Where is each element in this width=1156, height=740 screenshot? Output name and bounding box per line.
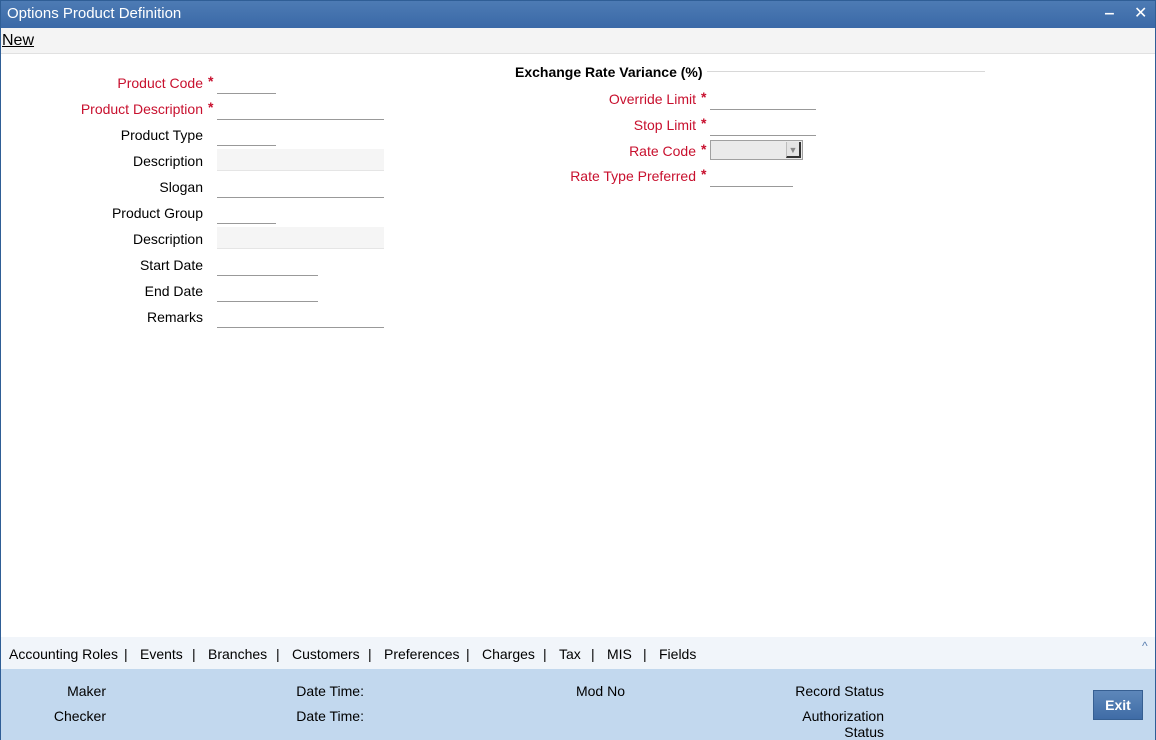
authorization-label: Authorization <box>802 708 884 724</box>
window-title: Options Product Definition <box>7 5 182 22</box>
rate-type-preferred-label: Rate Type Preferred <box>570 168 696 184</box>
chevron-down-icon[interactable]: ▼ <box>786 142 801 158</box>
description-label: Description <box>132 153 203 169</box>
tab-tax[interactable]: Tax <box>559 646 581 662</box>
tab-charges[interactable]: Charges <box>482 646 535 662</box>
maker-label: Maker <box>67 683 106 699</box>
rate-code-label: Rate Code <box>629 143 696 159</box>
slogan-label: Slogan <box>159 179 203 195</box>
record-status-label: Record Status <box>795 683 884 699</box>
tab-accounting-roles[interactable]: Accounting Roles <box>9 646 118 662</box>
required-mark: * <box>701 89 707 105</box>
checker-date-time-label: Date Time: <box>296 708 364 724</box>
start-date-input[interactable] <box>217 254 318 276</box>
tab-separator: | <box>591 646 595 662</box>
description-field <box>217 149 384 171</box>
tab-separator: | <box>543 646 547 662</box>
start-date-label: Start Date <box>139 257 203 273</box>
subsystem-tabs: Accounting Roles | Events | Branches | C… <box>1 637 1155 669</box>
tab-separator: | <box>192 646 196 662</box>
product-description-label: Product Description <box>80 101 203 117</box>
required-mark: * <box>208 99 214 115</box>
tab-separator: | <box>276 646 280 662</box>
remarks-label: Remarks <box>146 309 203 325</box>
exchange-rate-variance-heading: Exchange Rate Variance (%) <box>515 64 703 80</box>
required-mark: * <box>701 141 707 157</box>
product-group-input[interactable] <box>217 202 276 224</box>
group-description-label: Description <box>132 231 203 247</box>
end-date-input[interactable] <box>217 280 318 302</box>
rate-type-preferred-input[interactable] <box>710 165 793 187</box>
tab-separator: | <box>466 646 470 662</box>
end-date-label: End Date <box>144 283 203 299</box>
options-product-definition-window: Options Product Definition ‒ ✕ New Produ… <box>0 0 1156 740</box>
maker-date-time-label: Date Time: <box>296 683 364 699</box>
section-divider <box>707 71 985 72</box>
tab-fields[interactable]: Fields <box>659 646 696 662</box>
product-group-label: Product Group <box>111 205 203 221</box>
remarks-input[interactable] <box>217 306 384 328</box>
tab-preferences[interactable]: Preferences <box>384 646 459 662</box>
exit-button[interactable]: Exit <box>1093 690 1143 720</box>
tab-separator: | <box>124 646 128 662</box>
stop-limit-input[interactable] <box>710 114 816 136</box>
product-code-label: Product Code <box>117 75 203 91</box>
slogan-input[interactable] <box>217 176 384 198</box>
product-code-input[interactable] <box>217 72 276 94</box>
required-mark: * <box>208 73 214 89</box>
tab-separator: | <box>643 646 647 662</box>
product-type-input[interactable] <box>217 124 276 146</box>
audit-footer: Maker Checker Date Time: Date Time: Mod … <box>1 669 1155 740</box>
required-mark: * <box>701 166 707 182</box>
toolbar: New <box>1 28 1155 54</box>
tab-branches[interactable]: Branches <box>208 646 267 662</box>
tab-events[interactable]: Events <box>140 646 183 662</box>
override-limit-label: Override Limit <box>608 91 696 107</box>
chevron-up-icon[interactable]: ^ <box>1142 639 1148 653</box>
tab-mis[interactable]: MIS <box>607 646 632 662</box>
override-limit-input[interactable] <box>710 88 816 110</box>
tab-separator: | <box>368 646 372 662</box>
product-type-label: Product Type <box>120 127 203 143</box>
required-mark: * <box>701 115 707 131</box>
mod-no-label: Mod No <box>575 683 625 699</box>
minimize-icon[interactable]: ‒ <box>1105 4 1114 24</box>
close-icon[interactable]: ✕ <box>1134 4 1147 24</box>
title-bar: Options Product Definition ‒ ✕ <box>1 1 1155 28</box>
stop-limit-label: Stop Limit <box>633 117 696 133</box>
group-description-field <box>217 227 384 249</box>
authorization-status-label: Status <box>844 724 884 740</box>
product-description-input[interactable] <box>217 98 384 120</box>
checker-label: Checker <box>53 708 106 724</box>
new-link[interactable]: New <box>2 32 34 50</box>
tab-customers[interactable]: Customers <box>292 646 360 662</box>
rate-code-select[interactable]: ▼ <box>710 140 803 160</box>
